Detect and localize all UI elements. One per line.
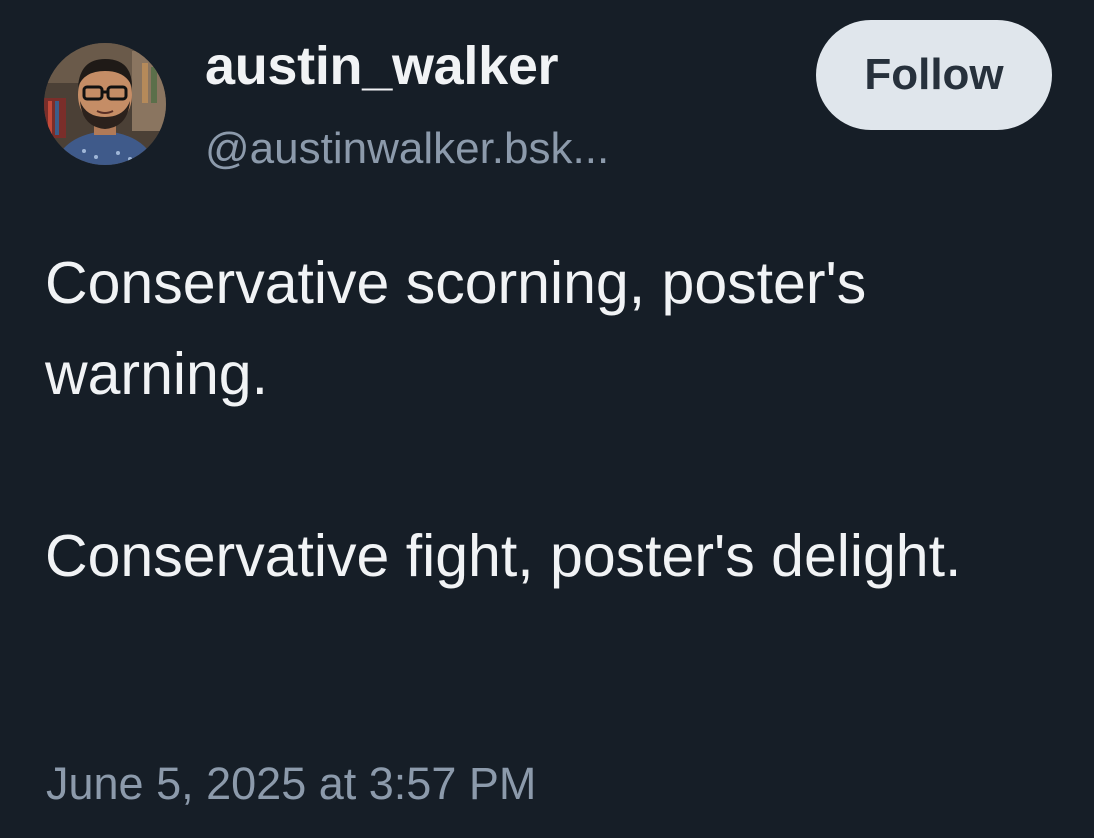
- author-handle[interactable]: @austinwalker.bsk...: [205, 121, 609, 177]
- avatar[interactable]: [44, 43, 166, 165]
- avatar-image: [44, 43, 166, 165]
- post-timestamp[interactable]: June 5, 2025 at 3:57 PM: [46, 754, 536, 814]
- follow-button[interactable]: Follow: [816, 20, 1052, 130]
- post-paragraph: Conservative fight, poster's delight.: [45, 523, 962, 589]
- post-card: austin_walker @austinwalker.bsk... Follo…: [0, 0, 1094, 838]
- author-display-name[interactable]: austin_walker: [205, 34, 559, 98]
- post-text: Conservative scorning, poster's warning.…: [45, 238, 1045, 602]
- post-paragraph: Conservative scorning, poster's warning.: [45, 250, 867, 407]
